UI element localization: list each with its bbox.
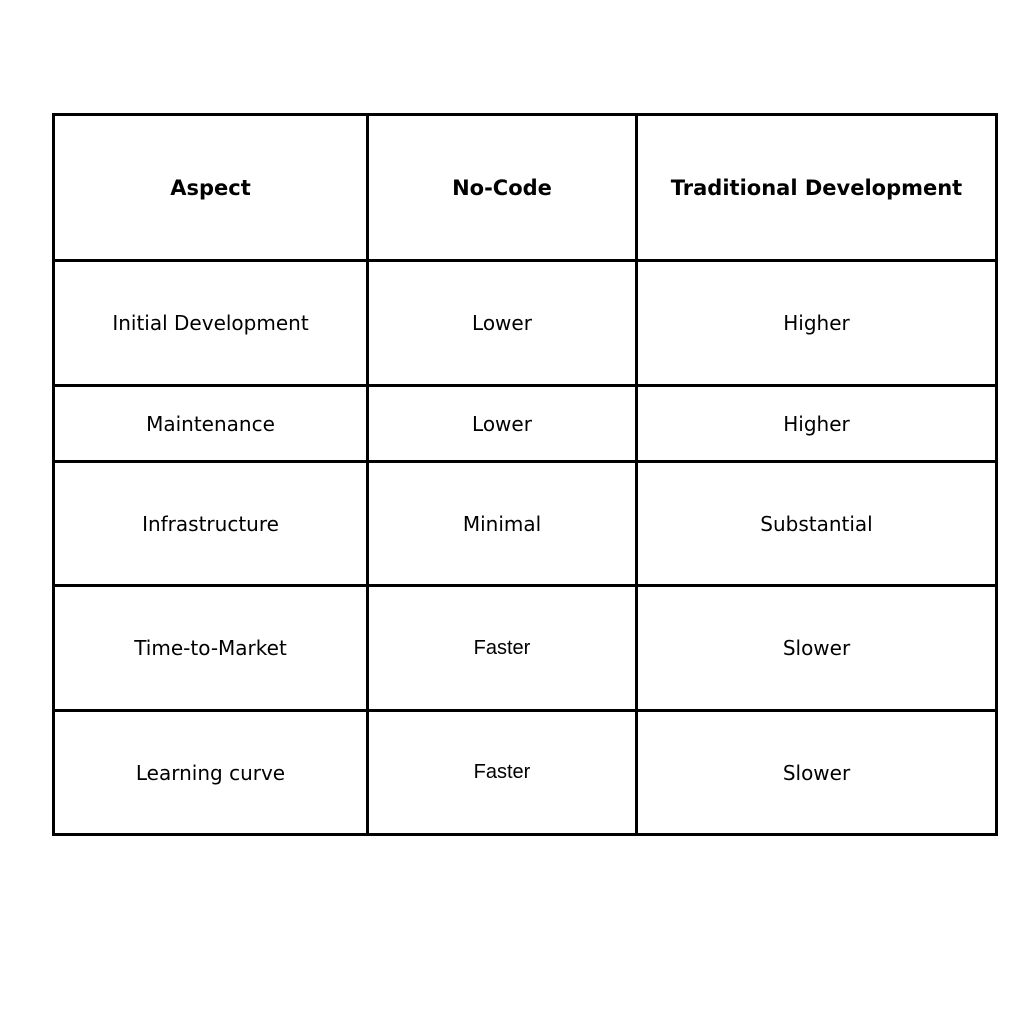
header-row: Aspect No-Code Traditional Development	[52, 113, 998, 262]
table-row: Initial Development Lower Higher	[52, 259, 998, 387]
table-row: Maintenance Lower Higher	[52, 384, 998, 463]
cell-traditional: Slower	[635, 709, 998, 836]
table-row: Infrastructure Minimal Substantial	[52, 460, 998, 587]
cell-traditional: Higher	[635, 259, 998, 387]
cell-traditional: Higher	[635, 384, 998, 463]
cell-no-code: Lower	[366, 259, 638, 387]
cell-no-code: Faster	[366, 709, 638, 836]
header-no-code: No-Code	[366, 113, 638, 262]
cell-aspect: Initial Development	[52, 259, 369, 387]
cell-no-code: Faster	[366, 584, 638, 712]
header-aspect: Aspect	[52, 113, 369, 262]
table-row: Time-to-Market Faster Slower	[52, 584, 998, 712]
cell-no-code: Lower	[366, 384, 638, 463]
cell-traditional: Substantial	[635, 460, 998, 587]
cell-aspect: Time-to-Market	[52, 584, 369, 712]
cell-traditional: Slower	[635, 584, 998, 712]
comparison-table: Aspect No-Code Traditional Development I…	[52, 113, 998, 836]
header-traditional-development: Traditional Development	[635, 113, 998, 262]
cell-aspect: Maintenance	[52, 384, 369, 463]
cell-aspect: Infrastructure	[52, 460, 369, 587]
cell-no-code: Minimal	[366, 460, 638, 587]
cell-aspect: Learning curve	[52, 709, 369, 836]
table-row: Learning curve Faster Slower	[52, 709, 998, 836]
